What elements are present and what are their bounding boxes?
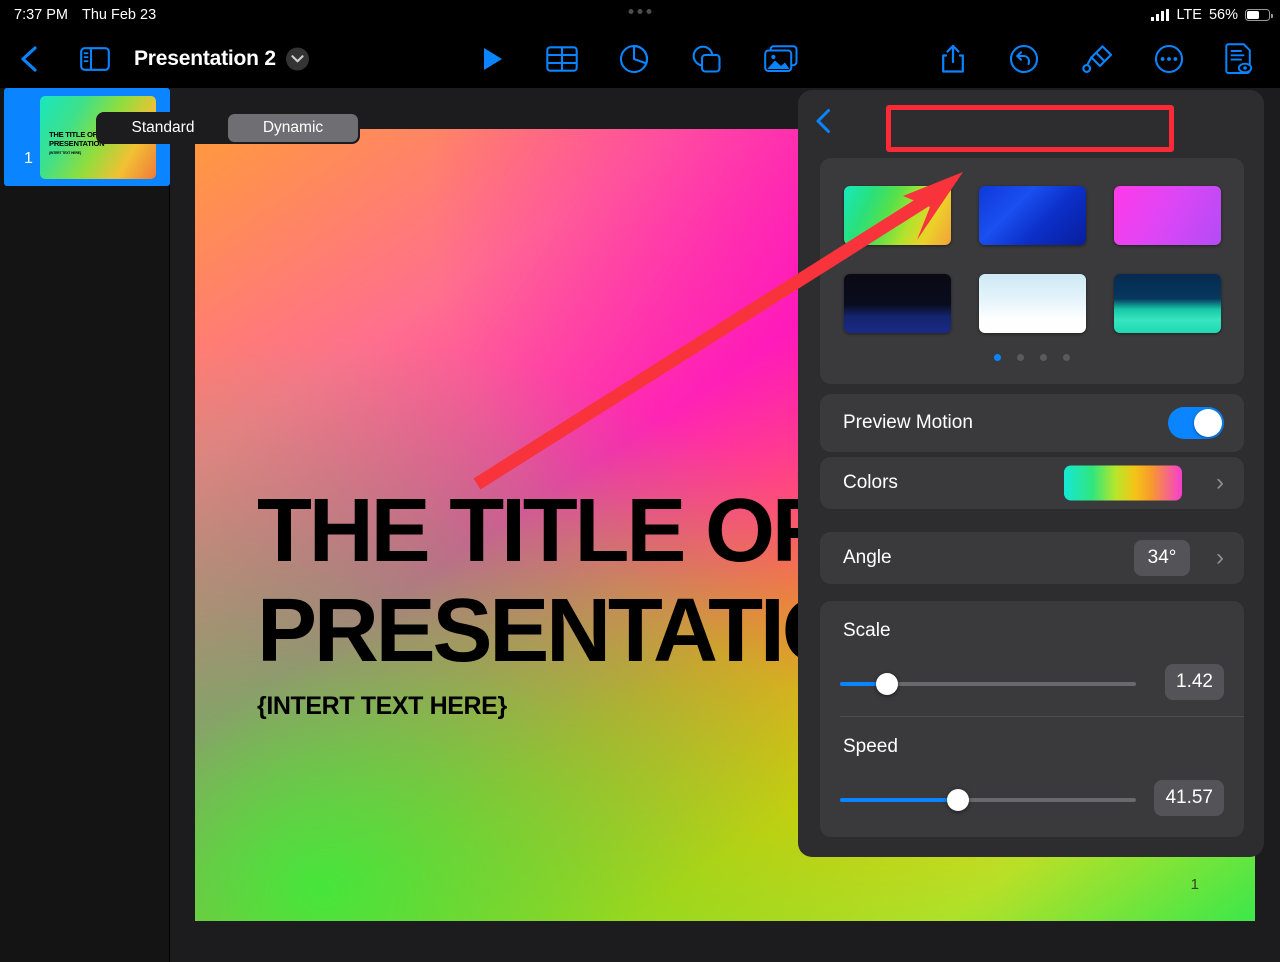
background-swatch-scene-teal-dunes[interactable] <box>1114 274 1221 333</box>
swatch-page-dots[interactable] <box>820 354 1244 361</box>
share-icon <box>942 44 964 73</box>
status-battery-percent: 56% <box>1208 7 1238 23</box>
page-dot-4[interactable] <box>1063 354 1070 361</box>
undo-icon <box>1009 44 1039 74</box>
motion-sliders-card: Scale 1.42 Speed 41.57 <box>820 601 1244 837</box>
paintbrush-icon <box>1082 45 1113 73</box>
popover-back-button[interactable] <box>808 106 838 136</box>
speed-slider-fill <box>840 798 959 802</box>
insert-shape-button[interactable] <box>688 42 724 76</box>
scale-slider-knob[interactable] <box>876 673 899 695</box>
back-chevron-icon <box>816 109 830 133</box>
angle-value[interactable]: 34° <box>1134 540 1190 576</box>
thumbnail-slide-number: 1 <box>24 150 33 167</box>
back-button[interactable] <box>12 42 46 76</box>
slide-page-number: 1 <box>1190 876 1199 893</box>
share-button[interactable] <box>936 42 970 76</box>
background-swatch-gradient-magenta[interactable] <box>1114 186 1221 245</box>
document-view-icon <box>1225 43 1253 74</box>
colors-gradient-swatch[interactable] <box>1064 465 1182 501</box>
page-dot-2[interactable] <box>1017 354 1024 361</box>
segment-standard[interactable]: Standard <box>98 114 228 142</box>
speed-value[interactable]: 41.57 <box>1154 780 1224 816</box>
insert-chart-button[interactable] <box>616 41 652 77</box>
angle-row[interactable]: Angle 34° › <box>820 532 1244 584</box>
table-icon <box>546 46 578 72</box>
app-toolbar: Presentation 2 <box>0 30 1280 120</box>
slide-navigator: THE TITLE OF MY PRESENTATION {INTERT TEX… <box>0 88 170 962</box>
status-bar: 7:37 PM Thu Feb 23 LTE 56% <box>0 0 1280 30</box>
more-options-button[interactable] <box>1152 42 1186 76</box>
undo-button[interactable] <box>1006 41 1042 77</box>
status-network: LTE <box>1176 7 1202 23</box>
shape-icon <box>692 45 721 73</box>
keynote-app-window: 7:37 PM Thu Feb 23 LTE 56% Presentation … <box>0 0 1280 962</box>
background-swatch-gradient-spectrum[interactable] <box>844 186 951 245</box>
speed-slider-track[interactable] <box>840 789 1136 811</box>
colors-label: Colors <box>843 472 898 493</box>
status-bar-right: LTE 56% <box>1151 7 1273 23</box>
thumbnail-subtitle: {INTERT TEXT HERE} <box>49 151 82 155</box>
segment-dynamic[interactable]: Dynamic <box>228 114 358 142</box>
background-swatch-scene-night-mountains[interactable] <box>844 274 951 333</box>
scale-slider-track[interactable] <box>840 673 1136 695</box>
document-title[interactable]: Presentation 2 <box>134 47 276 71</box>
background-swatch-scene-white-mist[interactable] <box>979 274 1086 333</box>
status-time: 7:37 PM <box>14 7 68 23</box>
insert-table-button[interactable] <box>544 42 580 76</box>
more-icon <box>1154 44 1184 74</box>
colors-row[interactable]: Colors › <box>820 457 1244 509</box>
play-icon <box>484 48 502 70</box>
slide-subtitle-text[interactable]: {INTERT TEXT HERE} <box>257 692 507 721</box>
slide-navigator-toggle-button[interactable] <box>78 42 112 76</box>
angle-label: Angle <box>843 547 892 568</box>
back-chevron-icon <box>21 46 37 72</box>
media-icon <box>764 45 798 72</box>
insert-media-button[interactable] <box>762 42 800 76</box>
page-dot-1[interactable] <box>994 354 1001 361</box>
preview-motion-toggle[interactable] <box>1168 407 1224 439</box>
chart-icon <box>619 44 649 74</box>
background-type-segmented-control[interactable]: Standard Dynamic <box>96 112 360 144</box>
play-button[interactable] <box>476 42 510 76</box>
annotation-highlight-box <box>886 105 1174 152</box>
preview-motion-row: Preview Motion <box>820 394 1244 452</box>
multitasking-handle-icon[interactable] <box>628 9 652 14</box>
scale-value[interactable]: 1.42 <box>1165 664 1224 700</box>
battery-icon <box>1245 9 1273 21</box>
format-button[interactable] <box>1080 41 1116 77</box>
speed-label: Speed <box>843 736 898 757</box>
speed-slider-knob[interactable] <box>947 789 970 811</box>
background-swatch-grid <box>820 158 1244 384</box>
status-date: Thu Feb 23 <box>82 7 157 23</box>
document-title-menu-button[interactable] <box>286 47 309 71</box>
document-options-button[interactable] <box>1222 41 1256 77</box>
cellular-signal-icon <box>1151 9 1170 21</box>
scale-label: Scale <box>843 620 891 641</box>
chevron-down-icon <box>291 55 304 63</box>
page-dot-3[interactable] <box>1040 354 1047 361</box>
status-bar-left: 7:37 PM Thu Feb 23 <box>14 7 156 23</box>
preview-motion-label: Preview Motion <box>843 412 973 433</box>
background-swatch-gradient-blue[interactable] <box>979 186 1086 245</box>
sidebar-icon <box>80 47 110 71</box>
